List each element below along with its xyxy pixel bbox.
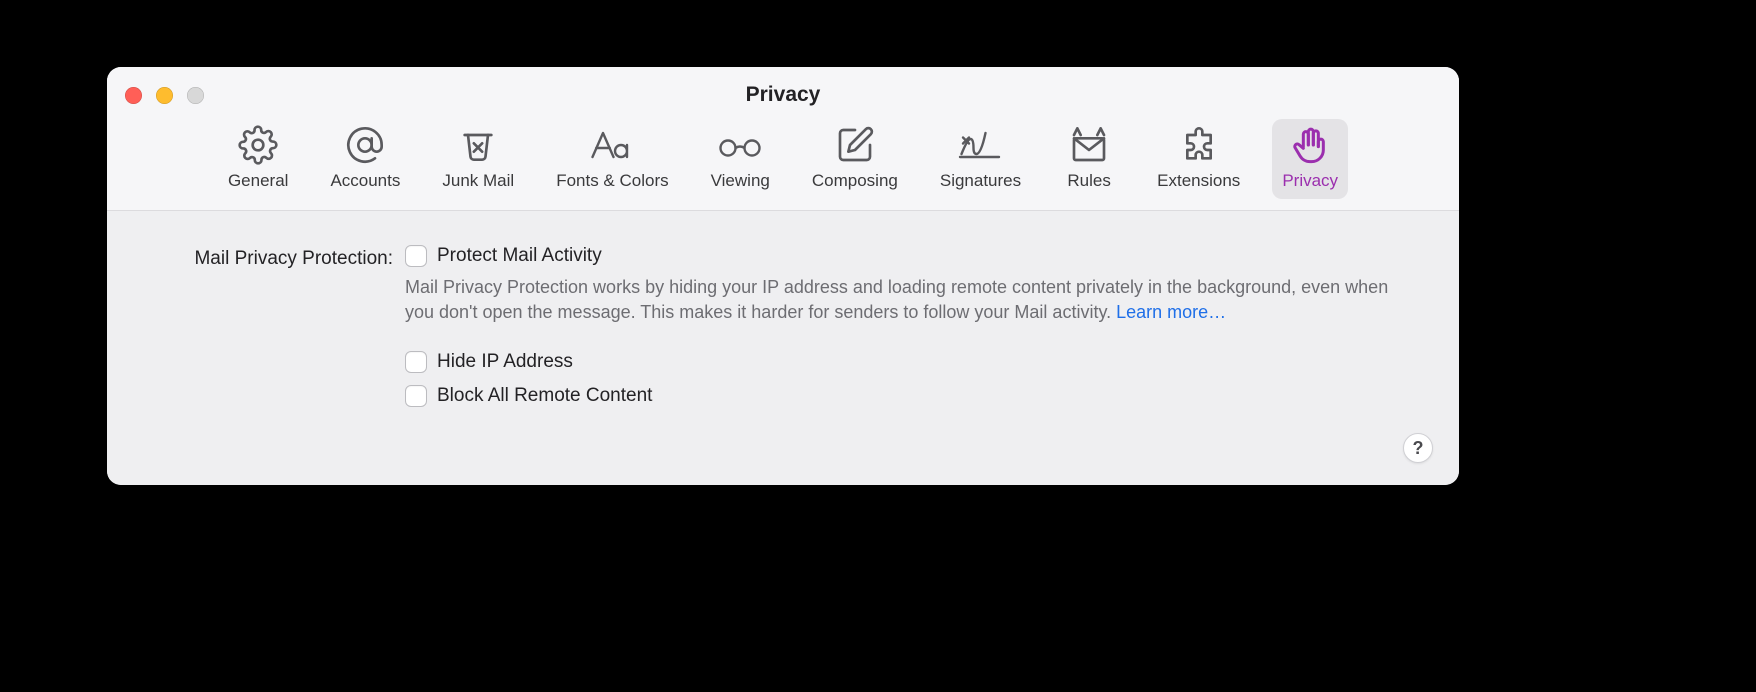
titlebar: Privacy General Account — [107, 67, 1459, 211]
hide-ip-label: Hide IP Address — [437, 351, 573, 373]
tab-label: Fonts & Colors — [556, 171, 668, 191]
tab-label: General — [228, 171, 288, 191]
tab-composing[interactable]: Composing — [802, 119, 908, 199]
hand-icon — [1286, 125, 1334, 165]
description-text: Mail Privacy Protection works by hiding … — [405, 277, 1388, 322]
tab-accounts[interactable]: Accounts — [320, 119, 410, 199]
gear-icon — [234, 125, 282, 165]
protect-mail-activity-label: Protect Mail Activity — [437, 245, 602, 267]
font-icon — [588, 125, 636, 165]
tab-label: Privacy — [1282, 171, 1338, 191]
rules-icon — [1065, 125, 1113, 165]
help-glyph: ? — [1413, 438, 1424, 459]
tab-junk-mail[interactable]: Junk Mail — [432, 119, 524, 199]
tab-label: Rules — [1067, 171, 1110, 191]
at-sign-icon — [341, 125, 389, 165]
tab-label: Accounts — [330, 171, 400, 191]
preferences-window: Privacy General Account — [107, 67, 1459, 485]
tab-fonts-colors[interactable]: Fonts & Colors — [546, 119, 678, 199]
tab-label: Viewing — [711, 171, 770, 191]
compose-icon — [831, 125, 879, 165]
tab-label: Junk Mail — [442, 171, 514, 191]
trash-icon — [454, 125, 502, 165]
section-heading: Mail Privacy Protection: — [137, 245, 405, 273]
block-remote-label: Block All Remote Content — [437, 385, 652, 407]
glasses-icon — [716, 125, 764, 165]
tab-extensions[interactable]: Extensions — [1147, 119, 1250, 199]
tab-label: Composing — [812, 171, 898, 191]
hide-ip-checkbox[interactable] — [405, 351, 427, 373]
signature-icon — [957, 125, 1005, 165]
help-button[interactable]: ? — [1403, 433, 1433, 463]
tab-viewing[interactable]: Viewing — [701, 119, 780, 199]
block-remote-checkbox[interactable] — [405, 385, 427, 407]
tab-signatures[interactable]: Signatures — [930, 119, 1031, 199]
content-pane: Mail Privacy Protection: Protect Mail Ac… — [107, 211, 1459, 485]
tab-label: Signatures — [940, 171, 1021, 191]
tab-general[interactable]: General — [218, 119, 298, 199]
tab-privacy[interactable]: Privacy — [1272, 119, 1348, 199]
protect-mail-activity-checkbox[interactable] — [405, 245, 427, 267]
window-title: Privacy — [107, 83, 1459, 107]
protect-description: Mail Privacy Protection works by hiding … — [405, 275, 1405, 325]
tab-rules[interactable]: Rules — [1053, 119, 1125, 199]
puzzle-icon — [1175, 125, 1223, 165]
tab-label: Extensions — [1157, 171, 1240, 191]
learn-more-link[interactable]: Learn more… — [1116, 302, 1226, 322]
preferences-toolbar: General Accounts — [107, 119, 1459, 199]
